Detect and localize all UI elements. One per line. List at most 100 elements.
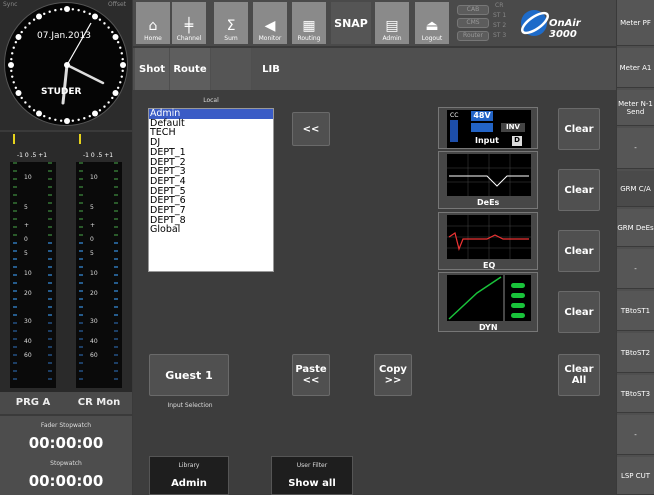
sum-button[interactable]: Σ Sum [214,2,248,44]
phantom-48v-button[interactable]: 48V [471,111,493,121]
tab-empty[interactable] [211,48,251,90]
sidebar-item[interactable]: TBtoST1 [617,291,654,331]
meter-tick-label: 0 [24,236,28,243]
meter-segment [13,330,17,332]
sidebar-item[interactable]: GRM C/A [617,171,654,207]
library-selector[interactable]: Library Admin [149,456,229,495]
meter-segment [114,258,118,260]
meter-segment [114,362,118,364]
meter-segment [48,170,52,172]
meter-segment [13,322,17,324]
clear-dyn-button[interactable]: Clear [558,291,600,333]
meter-segment [13,298,17,300]
logout-icon: ⏏ [425,18,439,34]
meter-segment [114,186,118,188]
home-button[interactable]: ⌂ Home [136,2,170,44]
input-module[interactable]: CC 48V INV Input D [438,107,538,149]
meter-segment [13,202,17,204]
meter-segment [114,210,118,212]
tab-shot[interactable]: Shot [135,48,169,90]
meter-a-scale: -1 0 .5 +1 [16,152,48,159]
sum-icon: Σ [226,18,236,34]
logout-button[interactable]: ⏏ Logout [415,2,449,44]
meter-segment [114,218,118,220]
sidebar-item[interactable]: - [617,128,654,169]
fader-stopwatch-time[interactable]: 00:00:00 [0,434,132,452]
clear-all-button[interactable]: Clear All [558,354,600,396]
eq-curve-icon [447,215,531,259]
clear-dees-button[interactable]: Clear [558,169,600,211]
meter-tick-label: 20 [24,290,32,297]
channel-button[interactable]: ╪ Channel [172,2,206,44]
sidebar-item[interactable]: Meter N-1 Send [617,90,654,126]
meter-segment [79,202,83,204]
dyn-module[interactable]: DYN [438,272,538,332]
meter-segment [13,162,17,164]
meter-tick-label: 5 [24,250,28,257]
stopwatch-label: Stopwatch [50,460,82,467]
library-list[interactable]: Admin Default TECH DJ DEPT_1 DEPT_2 DEPT_3 DEPT… [148,108,274,272]
guest-button[interactable]: Guest 1 [149,354,229,396]
meter-tick-label: + [90,222,96,229]
sidebar-item[interactable]: TBtoST3 [617,375,654,413]
library-list-title: Local [203,97,219,104]
sidebar-item[interactable]: TBtoST2 [617,333,654,373]
sidebar-item[interactable]: - [617,249,654,289]
dees-module[interactable]: DeEs [438,151,538,209]
clear-eq-button[interactable]: Clear [558,230,600,272]
copy-button[interactable]: Copy >> [374,354,412,396]
sidebar-item[interactable]: Meter PF [617,0,654,46]
meter-segment [13,258,17,260]
library-item[interactable]: TECH [149,128,273,138]
meter-segment [13,378,17,380]
meter-segment [114,306,118,308]
meter-segment [48,162,52,164]
onair-swirl-icon [520,10,550,36]
sidebar-item[interactable]: LSP CUT [617,457,654,495]
cab-button[interactable]: CAB [457,5,489,15]
paste-button[interactable]: Paste << [292,354,330,396]
cms-button[interactable]: CMS [457,18,489,28]
tab-route[interactable]: Route [170,48,210,90]
tab-lib[interactable]: LIB [252,48,290,90]
meter-segment [79,194,83,196]
dyn-curve-icon [448,276,502,320]
snap-button[interactable]: SNAP [331,2,371,44]
dees-curve-icon [447,154,531,196]
user-filter-selector[interactable]: User Filter Show all [271,456,353,495]
admin-button[interactable]: ▤ Admin [375,2,409,44]
sidebar-item[interactable]: GRM DeEs [617,209,654,247]
stopwatch-time[interactable]: 00:00:00 [0,472,132,490]
meter-segment [79,338,83,340]
meter-segment [48,266,52,268]
meter-tick-label: 0 [90,236,94,243]
meter-segment [48,226,52,228]
eq-module[interactable]: EQ [438,212,538,270]
meter-segment [79,226,83,228]
clear-input-button[interactable]: Clear [558,108,600,150]
input-gain-bar [450,120,458,142]
inv-button[interactable]: INV [501,123,525,132]
meter-segment [48,274,52,276]
meter-segment [79,234,83,236]
cr-label: CR [495,2,504,9]
meter-segment [48,202,52,204]
meter-segment [13,346,17,348]
router-button[interactable]: Router [457,31,489,41]
monitor-button[interactable]: ◀ Monitor [253,2,287,44]
sidebar-item[interactable]: - [617,415,654,455]
meter-segment [114,314,118,316]
meter-segment [79,298,83,300]
meter-tick-label: 5 [90,204,94,211]
meter-names: PRG A CR Mon [0,392,132,414]
sidebar-item[interactable]: Meter A1 [617,48,654,88]
meter-segment [79,218,83,220]
library-item[interactable]: Global [149,225,273,235]
meter-tick-label: 20 [90,290,98,297]
fader-stopwatch-label: Fader Stopwatch [40,422,92,429]
routing-button[interactable]: ▦ Routing [292,2,326,44]
back-button[interactable]: << [292,112,330,146]
meter-tick-label: 30 [24,318,32,325]
meter-segment [79,370,83,372]
meter-name-cr-mon: CR Mon [77,397,121,408]
